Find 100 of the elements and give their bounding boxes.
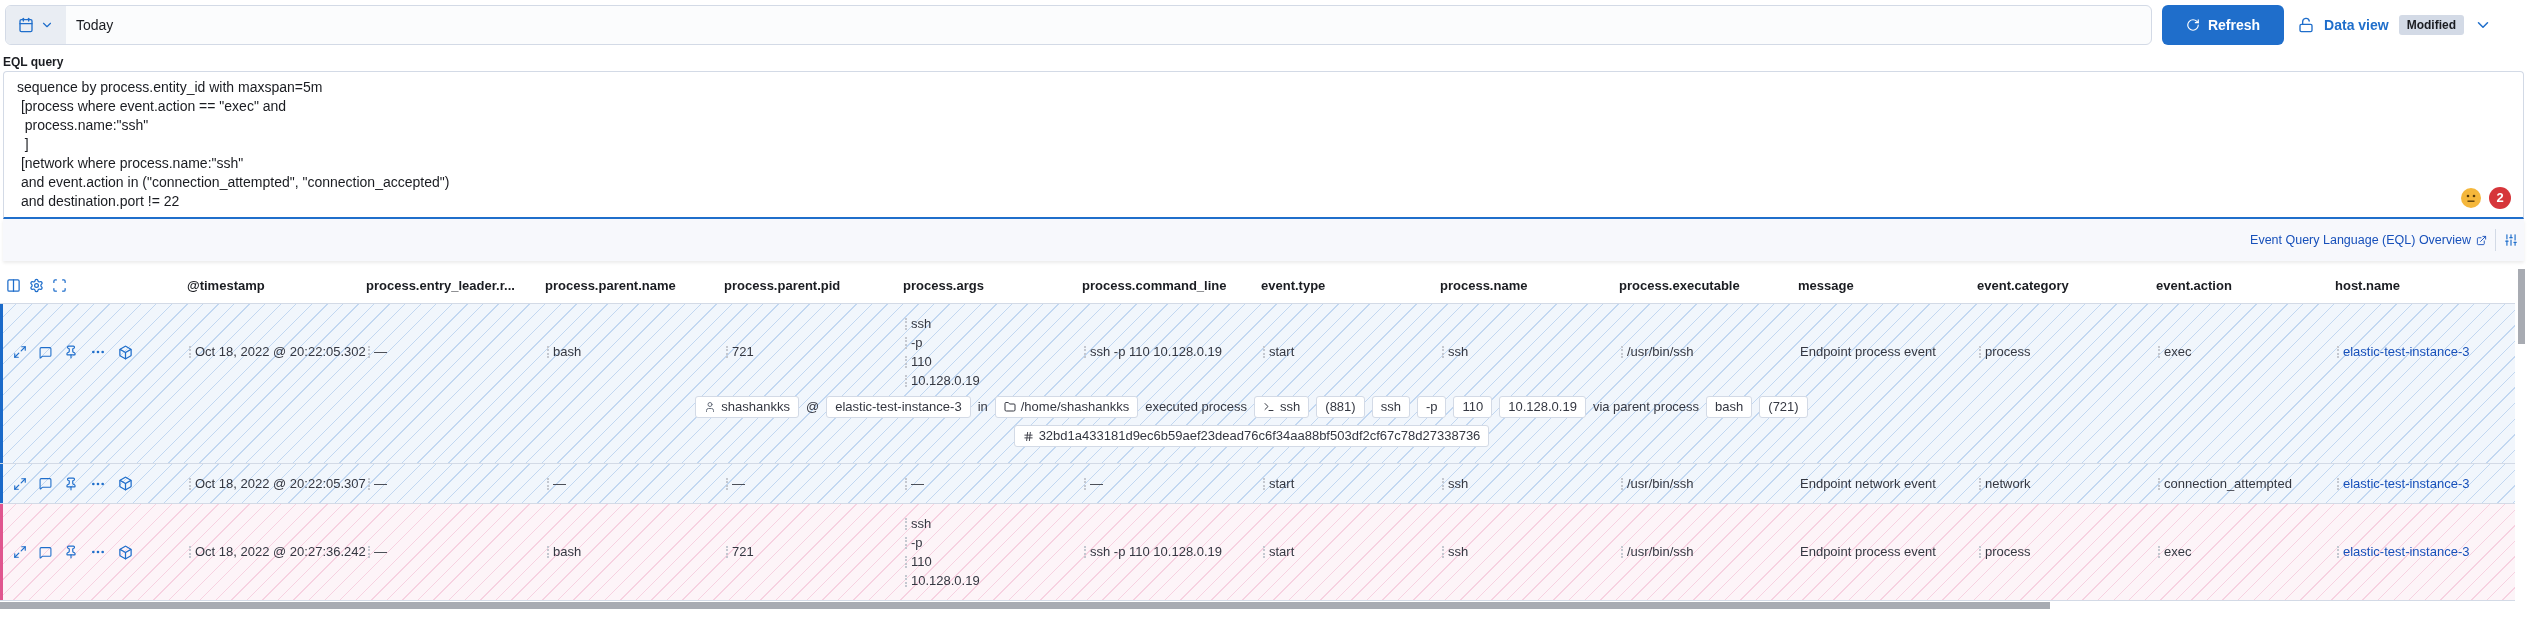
host-link[interactable]: elastic-test-instance-3 (2343, 342, 2470, 362)
column-header[interactable]: process.parent.name (545, 278, 676, 293)
drag-handle-icon[interactable] (1084, 346, 1086, 358)
pin-icon[interactable] (64, 545, 78, 559)
drag-handle-icon[interactable] (547, 546, 549, 558)
vertical-scrollbar[interactable] (2518, 269, 2525, 344)
column-header[interactable]: event.action (2156, 278, 2232, 293)
column-header[interactable]: process.executable (1619, 278, 1740, 293)
table-cell-text: /usr/bin/ssh (1627, 474, 1694, 493)
drag-handle-icon[interactable] (547, 477, 549, 490)
pin-icon[interactable] (64, 476, 78, 491)
column-header[interactable]: process.entry_leader.r... (366, 278, 515, 293)
eql-overview-link[interactable]: Event Query Language (EQL) Overview (2250, 230, 2487, 250)
column-header[interactable]: message (1798, 278, 1854, 293)
host-link[interactable]: elastic-test-instance-3 (2343, 473, 2470, 494)
directory-chip[interactable]: /home/shashankks (994, 396, 1139, 418)
drag-handle-icon[interactable] (2158, 346, 2160, 358)
hash-chip[interactable]: 32bd1a433181d9ec6b59aef23dead76c6f34aa88bf503df2cf67c78d27338736 (1013, 425, 1490, 447)
drag-handle-icon[interactable] (1979, 546, 1981, 558)
drag-handle-icon[interactable] (1621, 477, 1623, 490)
cube-icon[interactable] (118, 344, 133, 360)
drag-handle-icon[interactable] (1263, 546, 1265, 558)
comment-icon[interactable] (39, 477, 52, 490)
column-header[interactable]: event.category (1977, 278, 2069, 293)
process-chip[interactable]: ssh (1254, 396, 1310, 418)
column-header[interactable]: process.name (1440, 278, 1528, 293)
cube-icon[interactable] (118, 476, 133, 491)
table-cell-text: process (1985, 343, 2031, 362)
drag-handle-icon[interactable] (1442, 346, 1444, 358)
expand-icon[interactable] (13, 476, 27, 491)
data-view-link[interactable]: Data view (2324, 14, 2389, 36)
drag-handle-icon[interactable] (2158, 477, 2160, 490)
fullscreen-icon[interactable] (52, 277, 67, 293)
field-chip[interactable]: bash (1706, 396, 1753, 418)
drag-handle-icon[interactable] (189, 346, 191, 358)
drag-handle-icon[interactable] (905, 517, 907, 530)
drag-handle-icon[interactable] (905, 317, 907, 330)
error-count-badge[interactable]: 2 (2489, 187, 2511, 209)
drag-handle-icon[interactable] (2337, 346, 2339, 358)
drag-handle-icon[interactable] (905, 355, 907, 368)
cube-icon[interactable] (118, 544, 133, 560)
user-chip[interactable]: shashankks (695, 396, 799, 418)
drag-handle-icon[interactable] (1979, 346, 1981, 358)
drag-handle-icon[interactable] (905, 574, 907, 587)
drag-handle-icon[interactable] (547, 346, 549, 358)
date-picker-field[interactable]: Today (5, 5, 2152, 45)
drag-handle-icon[interactable] (368, 346, 370, 358)
drag-handle-icon[interactable] (726, 346, 728, 358)
drag-handle-icon[interactable] (726, 477, 728, 490)
drag-handle-icon[interactable] (905, 374, 907, 387)
drag-handle-icon[interactable] (905, 477, 907, 490)
column-header[interactable]: @timestamp (187, 278, 265, 293)
column-header[interactable]: event.type (1261, 278, 1326, 293)
drag-handle-icon[interactable] (1263, 346, 1265, 358)
host-link[interactable]: elastic-test-instance-3 (2343, 542, 2470, 562)
drag-handle-icon[interactable] (1442, 477, 1444, 490)
drag-handle-icon[interactable] (368, 546, 370, 558)
field-chip[interactable]: elastic-test-instance-3 (826, 396, 971, 418)
settings-icon[interactable] (29, 277, 44, 293)
drag-handle-icon[interactable] (368, 477, 370, 490)
field-chip[interactable]: ssh (1371, 396, 1410, 418)
query-line: [process where event.action == "exec" and (19, 97, 287, 116)
eql-query-editor[interactable] (3, 71, 2524, 219)
drag-handle-icon[interactable] (189, 546, 191, 558)
field-chip[interactable]: (721) (1759, 396, 1808, 418)
drag-handle-icon[interactable] (1621, 546, 1623, 558)
pin-icon[interactable] (64, 345, 78, 359)
drag-handle-icon[interactable] (726, 546, 728, 558)
drag-handle-icon[interactable] (189, 477, 191, 490)
drag-handle-icon[interactable] (1979, 477, 1981, 490)
drag-handle-icon[interactable] (905, 555, 907, 568)
drag-handle-icon[interactable] (2158, 546, 2160, 558)
field-chip[interactable]: (881) (1316, 396, 1365, 418)
column-header[interactable]: process.parent.pid (724, 278, 841, 293)
drag-handle-icon[interactable] (1263, 477, 1265, 490)
comment-icon[interactable] (39, 345, 52, 359)
field-chip[interactable]: 10.128.0.19 (1499, 396, 1586, 418)
comment-icon[interactable] (39, 545, 52, 559)
drag-handle-icon[interactable] (2337, 546, 2339, 558)
horizontal-scrollbar[interactable] (0, 602, 2050, 609)
drag-handle-icon[interactable] (905, 536, 907, 549)
drag-handle-icon[interactable] (2337, 477, 2339, 490)
table-cell-text: connection_attempted (2164, 474, 2292, 493)
drag-handle-icon[interactable] (1084, 546, 1086, 558)
field-chip[interactable]: 110 (1453, 396, 1493, 418)
expand-icon[interactable] (13, 545, 27, 559)
expand-icon[interactable] (13, 345, 27, 359)
drag-handle-icon[interactable] (1084, 477, 1086, 490)
column-header[interactable]: process.command_line (1082, 278, 1227, 293)
drag-handle-icon[interactable] (1442, 546, 1444, 558)
drag-handle-icon[interactable] (1621, 346, 1623, 358)
field-chip[interactable]: -p (1416, 396, 1447, 418)
settings-sliders-icon[interactable] (2504, 233, 2518, 247)
columns-icon[interactable] (6, 277, 21, 293)
drag-handle-icon[interactable] (905, 336, 907, 349)
column-header[interactable]: process.args (903, 278, 984, 293)
calendar-button[interactable] (6, 6, 66, 44)
unlocked-padlock-icon[interactable] (2298, 17, 2315, 33)
column-header[interactable]: host.name (2335, 278, 2400, 293)
refresh-button[interactable]: Refresh (2161, 5, 2285, 45)
